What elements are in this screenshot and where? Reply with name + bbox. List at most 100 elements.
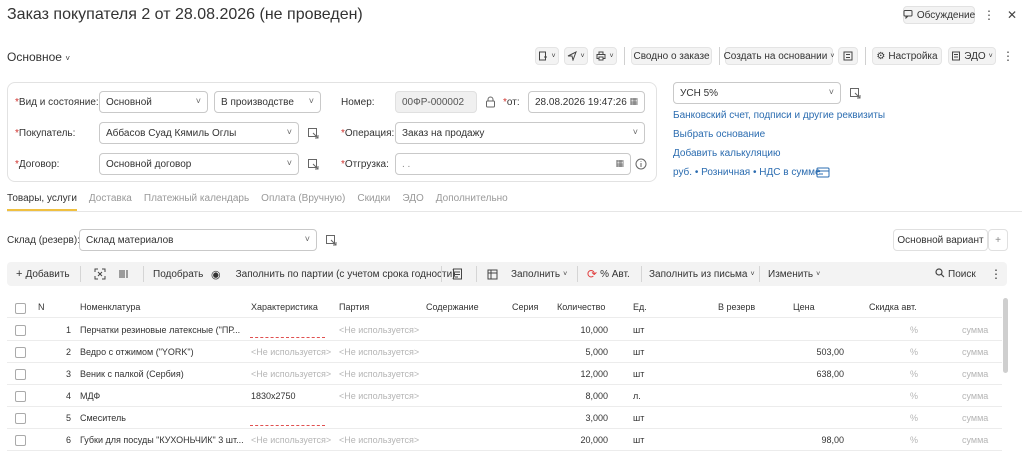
open-link-icon[interactable]	[306, 126, 320, 140]
order-summary-button[interactable]: Сводно о заказе	[631, 47, 712, 65]
fill-button[interactable]: Заполнить ˅	[487, 266, 567, 282]
table-scrollbar[interactable]	[1003, 298, 1008, 373]
search-button[interactable]: Поиск	[935, 266, 976, 282]
cell-nomenclature[interactable]: Губки для посуды "КУХОНЬЧИК" 3 шт...	[80, 435, 245, 445]
cell-discount-percent[interactable]: %	[910, 391, 920, 401]
warehouse-select[interactable]: Склад материалов ˅	[79, 229, 317, 251]
table-row[interactable]: 2 Ведро с отжимом ("YORK") <Не используетс…	[7, 342, 1002, 363]
table-row[interactable]: 3 Веник с палкой (Сербия) <Не используется…	[7, 364, 1002, 385]
close-icon[interactable]: ✕	[1003, 6, 1021, 24]
cell-discount-percent[interactable]: %	[910, 347, 920, 357]
bank-details-link[interactable]: Банковский счет, подписи и другие реквиз…	[673, 110, 885, 121]
row-checkbox[interactable]	[15, 413, 26, 424]
price-card-icon[interactable]	[816, 165, 830, 179]
pick-button[interactable]: Подобрать	[153, 266, 203, 282]
cell-batch[interactable]: <Не используется>	[339, 391, 424, 401]
choose-basis-link[interactable]: Выбрать основание	[673, 129, 765, 140]
contract-select[interactable]: Основной договор ˅	[99, 153, 299, 175]
settings-button[interactable]: ⚙ Настройка	[872, 47, 942, 65]
cell-n[interactable]: 5	[59, 413, 71, 423]
cell-price[interactable]: 638,00	[787, 369, 844, 379]
cell-nomenclature[interactable]: МДФ	[80, 391, 245, 401]
cell-n[interactable]: 6	[59, 435, 71, 445]
cell-n[interactable]: 1	[59, 325, 71, 335]
print-button[interactable]: ˅	[593, 47, 617, 65]
save-icon-button[interactable]: ˅	[535, 47, 559, 65]
tab-edo[interactable]: ЭДО	[402, 193, 423, 211]
variant-button[interactable]: Основной вариант	[893, 229, 988, 251]
row-checkbox[interactable]	[15, 369, 26, 380]
structure-button[interactable]	[838, 47, 858, 65]
barcode-button[interactable]	[118, 266, 130, 282]
cell-price[interactable]: 503,00	[787, 347, 844, 357]
cell-discount-percent[interactable]: %	[910, 325, 920, 335]
cell-characteristic[interactable]: <Не используется>	[251, 347, 336, 357]
tab-additional[interactable]: Дополнительно	[436, 193, 508, 211]
cell-sum[interactable]: сумма	[962, 435, 1002, 445]
table-row[interactable]: 1 Перчатки резиновые латексные ("ПР... <Не…	[7, 320, 1002, 341]
cell-quantity[interactable]: 3,000	[547, 413, 608, 423]
cell-unit[interactable]: шт	[633, 369, 663, 379]
lock-icon[interactable]	[483, 95, 497, 109]
calendar-icon[interactable]: ▦	[629, 96, 638, 107]
cell-unit[interactable]: шт	[633, 413, 663, 423]
table-row[interactable]: 6 Губки для посуды "КУХОНЬЧИК" 3 шт... <Не…	[7, 430, 1002, 451]
cell-quantity[interactable]: 5,000	[547, 347, 608, 357]
cell-quantity[interactable]: 10,000	[547, 325, 608, 335]
cell-characteristic[interactable]: <Не используется>	[251, 435, 336, 445]
buyer-select[interactable]: Аббасов Суад Кямиль Оглы ˅	[99, 122, 299, 144]
tab-goods[interactable]: Товары, услуги	[7, 193, 77, 211]
cell-sum[interactable]: сумма	[962, 347, 1002, 357]
cell-sum[interactable]: сумма	[962, 391, 1002, 401]
cell-price[interactable]: 98,00	[787, 435, 844, 445]
cell-nomenclature[interactable]: Веник с палкой (Сербия)	[80, 369, 245, 379]
info-icon[interactable]	[634, 157, 648, 171]
cell-discount-percent[interactable]: %	[910, 413, 920, 423]
shipment-date-field[interactable]: . . ▦	[395, 153, 631, 175]
open-link-icon[interactable]	[324, 233, 338, 247]
cell-unit[interactable]: шт	[633, 435, 663, 445]
cell-n[interactable]: 4	[59, 391, 71, 401]
row-checkbox[interactable]	[15, 347, 26, 358]
more-vertical-icon[interactable]: ⋮	[980, 6, 998, 24]
cell-quantity[interactable]: 20,000	[547, 435, 608, 445]
tab-delivery[interactable]: Доставка	[89, 193, 132, 211]
scan-button[interactable]	[94, 266, 106, 282]
cell-unit[interactable]: шт	[633, 347, 663, 357]
cell-quantity[interactable]: 8,000	[547, 391, 608, 401]
change-button[interactable]: Изменить ˅	[768, 266, 820, 282]
cell-batch[interactable]: <Не используется>	[339, 369, 424, 379]
cell-batch[interactable]: <Не используется>	[339, 435, 424, 445]
cell-n[interactable]: 3	[59, 369, 71, 379]
cell-batch[interactable]: <Не используется>	[339, 347, 424, 357]
number-field[interactable]: 00ФР-000002	[395, 91, 477, 113]
discussion-button[interactable]: Обсуждение	[903, 6, 975, 24]
fill-from-letter-button[interactable]: Заполнить из письма ˅	[649, 266, 755, 282]
cell-nomenclature[interactable]: Смеситель	[80, 413, 245, 423]
cell-batch[interactable]: <Не используется>	[339, 325, 424, 335]
cell-unit[interactable]: шт	[633, 325, 663, 335]
edo-button[interactable]: ЭДО ˅	[948, 47, 996, 65]
cell-sum[interactable]: сумма	[962, 325, 1002, 335]
operation-select[interactable]: Заказ на продажу ˅	[395, 122, 645, 144]
cell-characteristic[interactable]: 1830x2750	[251, 391, 336, 401]
tax-select[interactable]: УСН 5% ˅	[673, 82, 841, 104]
cell-quantity[interactable]: 12,000	[547, 369, 608, 379]
cell-nomenclature[interactable]: Перчатки резиновые латексные ("ПР...	[80, 325, 245, 335]
tab-payment-manual[interactable]: Оплата (Вручную)	[261, 193, 345, 211]
open-link-icon[interactable]	[306, 157, 320, 171]
price-settings-link[interactable]: руб. • Розничная • НДС в сумме	[673, 167, 821, 178]
fill-by-batch-button[interactable]: ◉ Заполнить по партии (с учетом срока го…	[211, 266, 456, 282]
table-row[interactable]: 4 МДФ 1830x2750 <Не используется> 8,000 л.% су…	[7, 386, 1002, 407]
cell-nomenclature[interactable]: Ведро с отжимом ("YORK")	[80, 347, 245, 357]
state-select[interactable]: В производстве ˅	[214, 91, 321, 113]
date-field[interactable]: 28.08.2026 19:47:26 ▦	[528, 91, 645, 113]
cell-discount-percent[interactable]: %	[910, 369, 920, 379]
percent-auto-button[interactable]: ⟳% Авт.	[587, 266, 630, 282]
table-row[interactable]: 5 Смеситель 3,000 шт% сумма	[7, 408, 1002, 429]
cell-characteristic[interactable]: <Не используется>	[251, 369, 336, 379]
section-title[interactable]: Основное ˅	[7, 50, 70, 64]
add-calculation-link[interactable]: Добавить калькуляцию	[673, 148, 781, 159]
row-checkbox[interactable]	[15, 435, 26, 446]
tab-payment-calendar[interactable]: Платежный календарь	[144, 193, 249, 211]
